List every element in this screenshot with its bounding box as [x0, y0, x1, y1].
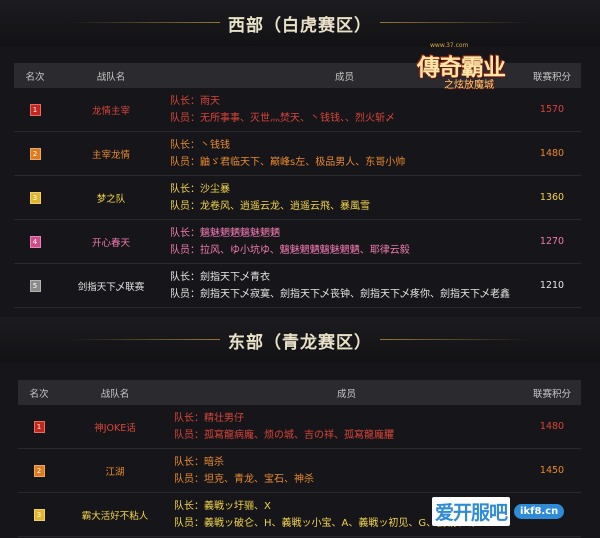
table-row: 3 梦之队 队长：沙尘暴队员：龙卷风、逍遥云龙、逍遥云飛、暴風雪 1360 — [14, 176, 581, 220]
score-cell: 1270 — [539, 236, 565, 247]
members-line: 队员：孤寫龍病龐、烦の城、吉の祥、孤寫龍龐臞 — [174, 429, 394, 441]
captain-line: 队长：魑魅魍魉魑魅魍魉 — [170, 227, 280, 239]
team-name: 神JOKE话 — [94, 422, 136, 434]
banner-divider-left — [70, 339, 220, 340]
west-section-banner: 西部（白虎赛区） — [0, 0, 600, 46]
rank-cell: 4 — [14, 235, 56, 248]
rank-cell: 1 — [14, 103, 56, 116]
members-line: 队员：龙卷风、逍遥云龙、逍遥云飛、暴風雪 — [170, 200, 370, 212]
rank-header: 名次 — [29, 388, 49, 400]
team-name: 霸大活好不粘人 — [81, 510, 149, 522]
members-line: 队员：劍指天下乄寂寞、劍指天下乄丧钟、劍指天下乄疼你、劍指天下乄老鑫 — [170, 288, 510, 300]
members-cell: 队长：丶钱钱队员：鼬ゞ君临天下、巅峰s左、极品男人、东哥小帅 — [166, 137, 523, 171]
table-row: 5 剑指天下乄联赛 队长：劍指天下乄青衣队员：劍指天下乄寂寞、劍指天下乄丧钟、劍指天… — [14, 264, 581, 308]
members-header: 成员 — [336, 388, 356, 400]
members-cell: 队长：劍指天下乄青衣队员：劍指天下乄寂寞、劍指天下乄丧钟、劍指天下乄疼你、劍指天… — [166, 269, 523, 303]
score-cell: 1480 — [539, 421, 565, 432]
rank-cell: 1 — [18, 420, 60, 433]
team-name: 主宰龙情 — [91, 149, 130, 161]
rank-cell: 2 — [18, 464, 60, 477]
score-cell: 1570 — [539, 104, 565, 115]
table-row: 4 开心春天 队长：魑魅魍魉魑魅魍魉队员：拉风、ゆ小坑ゆ、魑魅魍魉魑魅魍魉、耶律云毅… — [14, 220, 581, 264]
team-header: 战队名 — [100, 388, 130, 400]
logo-sub-text: 之炫放魔城 — [444, 80, 494, 91]
score-cell: 1450 — [539, 465, 565, 476]
rank-cell: 2 — [14, 147, 56, 160]
team-name: 梦之队 — [96, 193, 126, 205]
rank-header: 名次 — [25, 71, 45, 83]
members-cell: 队长：精壮男仔队员：孤寫龍病龐、烦の城、吉の祥、孤寫龍龐臞 — [170, 410, 523, 444]
rank-badge-icon: 3 — [33, 508, 45, 521]
east-section-title: 东部（青龙赛区） — [228, 332, 372, 353]
site-watermark: 爱开服吧 ikf8.cn — [432, 496, 588, 526]
watermark-url: ikf8.cn — [514, 503, 565, 519]
members-cell: 队长：魑魅魍魉魑魅魍魉队员：拉风、ゆ小坑ゆ、魑魅魍魉魑魅魍魉、耶律云毅 — [166, 225, 523, 259]
rank-cell: 3 — [18, 508, 60, 521]
captain-line: 队长：雨天 — [170, 95, 220, 107]
table-row: 1 神JOKE话 队长：精壮男仔队员：孤寫龍病龐、烦の城、吉の祥、孤寫龍龐臞 1480 — [18, 405, 581, 449]
rank-badge-icon: 3 — [29, 191, 41, 204]
rank-badge-icon: 2 — [33, 464, 45, 477]
members-line: 队员：坦克、青龙、宝石、神杀 — [174, 473, 314, 485]
rank-cell: 5 — [14, 279, 56, 292]
members-cell: 队长：沙尘暴队员：龙卷风、逍遥云龙、逍遥云飛、暴風雪 — [166, 181, 523, 215]
score-cell: 1480 — [539, 148, 565, 159]
captain-line: 队长：暗杀 — [174, 456, 224, 468]
score-header: 联赛积分 — [532, 388, 571, 400]
captain-line: 队长：沙尘暴 — [170, 183, 230, 195]
team-name: 剑指天下乄联赛 — [77, 281, 145, 293]
rank-badge-icon: 5 — [29, 279, 41, 292]
score-cell: 1210 — [539, 280, 565, 291]
watermark-text: 爱开服吧 — [432, 496, 511, 526]
members-cell: 队长：暗杀队员：坦克、青龙、宝石、神杀 — [170, 454, 523, 488]
west-ranking-table: 名次 战队名 成员 联赛积分 1 龙情主宰 队长：雨天 队员：无所事事、灭世灬焚天、丶… — [14, 63, 581, 308]
members-cell: 队长：雨天队员：无所事事、灭世灬焚天、丶钱钱、、烈火斩〆 — [166, 93, 523, 127]
members-line: 队员：无所事事、灭世灬焚天、丶钱钱、、烈火斩〆 — [170, 112, 395, 124]
west-section-title: 西部（白虎赛区） — [228, 15, 372, 36]
table-row: 2 江湖 队长：暗杀队员：坦克、青龙、宝石、神杀 1450 — [18, 449, 581, 493]
captain-line: 队长：精壮男仔 — [174, 412, 244, 424]
captain-line: 队长：劍指天下乄青衣 — [170, 271, 270, 283]
rank-badge-icon: 2 — [29, 147, 41, 160]
team-name: 开心春天 — [91, 237, 130, 249]
banner-divider-right — [380, 339, 530, 340]
members-line: 队员：拉风、ゆ小坑ゆ、魑魅魍魉魑魅魍魉、耶律云毅 — [170, 244, 410, 256]
team-name: 江湖 — [105, 466, 125, 478]
rank-badge-icon: 1 — [29, 103, 41, 116]
table-row: 2 主宰龙情 队长：丶钱钱队员：鼬ゞ君临天下、巅峰s左、极品男人、东哥小帅 1480 — [14, 132, 581, 176]
game-logo: www.37.com 傳奇霸业 之炫放魔城 — [414, 42, 510, 94]
table-header: 名次 战队名 成员 联赛积分 — [18, 380, 581, 405]
score-cell: 1360 — [539, 192, 565, 203]
rank-badge-icon: 1 — [33, 420, 45, 433]
members-line: 队员：鼬ゞ君临天下、巅峰s左、极品男人、东哥小帅 — [170, 156, 406, 168]
banner-divider-right — [380, 22, 530, 23]
team-name: 龙情主宰 — [91, 105, 130, 117]
east-section-banner: 东部（青龙赛区） — [0, 317, 600, 363]
banner-divider-left — [70, 22, 220, 23]
score-header: 联赛积分 — [532, 71, 571, 83]
table-row: 1 龙情主宰 队长：雨天队员：无所事事、灭世灬焚天、丶钱钱、、烈火斩〆 1570 — [14, 88, 581, 132]
captain-line: 队长：丶钱钱 — [170, 139, 230, 151]
rank-badge-icon: 4 — [29, 235, 41, 248]
rank-cell: 3 — [14, 191, 56, 204]
team-header: 战队名 — [96, 71, 126, 83]
